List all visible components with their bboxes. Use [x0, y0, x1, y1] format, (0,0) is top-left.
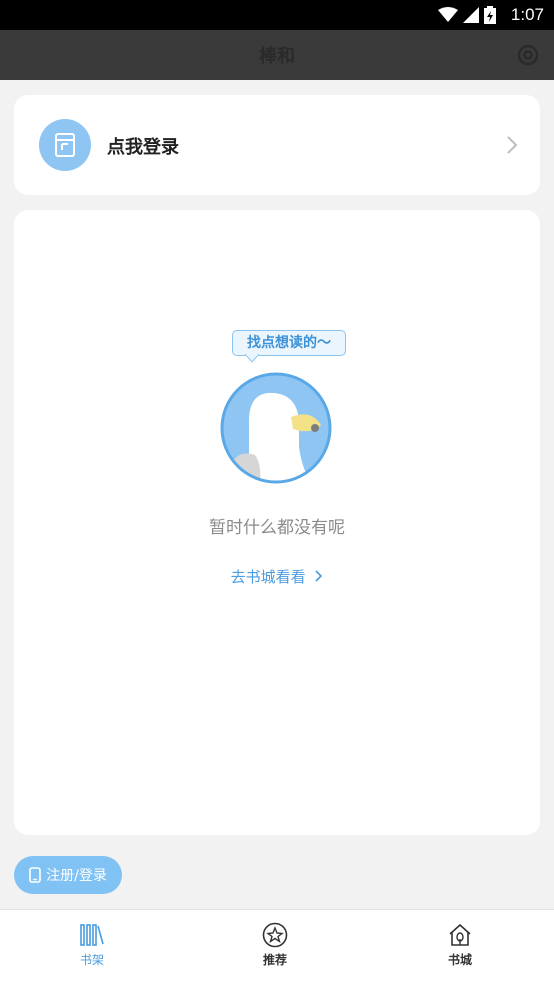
- speech-bubble: 找点想读的～: [232, 330, 346, 356]
- login-label: 点我登录: [107, 137, 179, 158]
- tab-bookstore[interactable]: 书城: [425, 922, 495, 968]
- battery-icon: [484, 6, 496, 24]
- status-time: 1:07: [510, 5, 544, 24]
- bookshelf-panel: 找点想读的～ 暂时什么都没有呢 去书城看看: [14, 210, 540, 835]
- settings-icon[interactable]: [516, 43, 540, 67]
- bottom-tab-bar: 书架 推荐 书城: [0, 909, 554, 987]
- tab-recommend-label: 推荐: [262, 953, 287, 967]
- tab-recommend[interactable]: 推荐: [240, 922, 310, 968]
- store-house-icon: [449, 923, 471, 946]
- tab-bookshelf-label: 书架: [79, 953, 104, 967]
- status-bar: 1:07: [0, 0, 554, 30]
- register-login-label: 注册/登录: [46, 868, 107, 884]
- chevron-right-icon: [507, 136, 518, 154]
- chevron-right-icon: [315, 570, 323, 582]
- tab-bookstore-label: 书城: [447, 953, 472, 967]
- go-to-store-link[interactable]: 去书城看看: [14, 566, 540, 587]
- app-title: 棒和: [259, 46, 295, 67]
- go-to-store-label: 去书城看看: [230, 568, 306, 586]
- app-header: 棒和: [0, 30, 554, 80]
- empty-message: 暂时什么都没有呢: [209, 518, 345, 538]
- speech-bubble-tail: [245, 354, 259, 363]
- status-icons: [438, 6, 496, 24]
- avatar: [39, 119, 91, 171]
- star-icon: [262, 922, 288, 948]
- register-login-button[interactable]: 注册/登录: [14, 856, 122, 894]
- book-icon: [55, 133, 75, 157]
- phone-icon: [29, 867, 41, 883]
- bookshelf-icon: [80, 924, 104, 946]
- tab-bookshelf[interactable]: 书架: [57, 922, 127, 968]
- login-card[interactable]: 点我登录: [14, 95, 540, 195]
- bird-mascot-icon: [220, 372, 332, 484]
- wifi-icon: [438, 7, 458, 22]
- signal-icon: [463, 7, 479, 23]
